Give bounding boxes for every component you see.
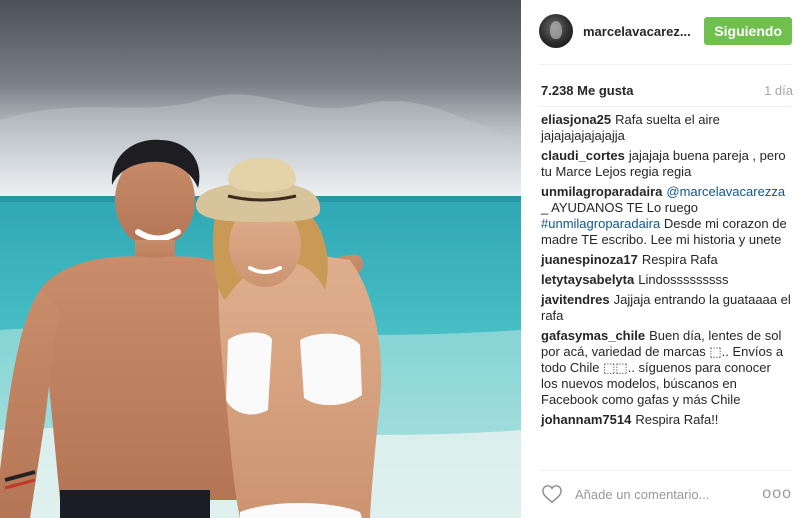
comment-text: Lindosssssssss bbox=[638, 272, 729, 287]
comment-item: javitendres Jajjaja entrando la guataaaa … bbox=[541, 292, 791, 324]
likes-count[interactable]: 7.238 Me gusta bbox=[541, 83, 634, 98]
comment-item: unmilagroparadaira @marcelavacarezza _ AY… bbox=[541, 184, 791, 248]
comment-input[interactable] bbox=[573, 485, 757, 503]
post-time[interactable]: 1 día bbox=[764, 83, 793, 98]
username-link[interactable]: marcelavacarez... bbox=[583, 24, 703, 39]
comment-item: claudi_cortes jajajaja buena pareja , per… bbox=[541, 148, 791, 180]
likes-row: 7.238 Me gusta 1 día bbox=[541, 80, 793, 100]
comment-author[interactable]: claudi_cortes bbox=[541, 148, 625, 163]
heart-icon[interactable] bbox=[541, 484, 563, 504]
following-button[interactable]: Siguiendo bbox=[704, 17, 792, 45]
post-container: marcelavacarez... Siguiendo 7.238 Me gus… bbox=[0, 0, 800, 518]
comment-author[interactable]: gafasymas_chile bbox=[541, 328, 645, 343]
comment-author[interactable]: juanespinoza17 bbox=[541, 252, 638, 267]
comment-item: johannam7514 Respira Rafa!! bbox=[541, 412, 791, 428]
comment-author[interactable]: unmilagroparadaira bbox=[541, 184, 662, 199]
likes-divider bbox=[539, 106, 791, 107]
comments-list: eliasjona25 Rafa suelta el aire jajajajaj… bbox=[541, 112, 791, 432]
comment-text: _ AYUDANOS TE Lo ruego bbox=[541, 200, 699, 215]
comment-text: Respira Rafa bbox=[641, 252, 718, 267]
avatar[interactable] bbox=[539, 14, 573, 48]
comment-hashtag[interactable]: #unmilagroparadaira bbox=[541, 216, 660, 231]
comment-item: gafasymas_chile Buen día, lentes de sol p… bbox=[541, 328, 791, 408]
comment-mention[interactable]: @marcelavacarezza bbox=[666, 184, 785, 199]
comment-item: juanespinoza17 Respira Rafa bbox=[541, 252, 791, 268]
comment-text: Respira Rafa!! bbox=[635, 412, 719, 427]
comment-item: letytaysabelyta Lindosssssssss bbox=[541, 272, 791, 288]
comment-footer: ooo bbox=[521, 470, 800, 518]
post-header: marcelavacarez... Siguiendo bbox=[521, 0, 800, 62]
post-photo[interactable] bbox=[0, 0, 521, 518]
comment-author[interactable]: johannam7514 bbox=[541, 412, 631, 427]
more-options-icon[interactable]: ooo bbox=[762, 485, 792, 503]
comment-author[interactable]: letytaysabelyta bbox=[541, 272, 634, 287]
comment-item: eliasjona25 Rafa suelta el aire jajajajaj… bbox=[541, 112, 791, 144]
comment-author[interactable]: javitendres bbox=[541, 292, 610, 307]
side-panel: marcelavacarez... Siguiendo 7.238 Me gus… bbox=[521, 0, 800, 518]
comment-author[interactable]: eliasjona25 bbox=[541, 112, 611, 127]
header-divider bbox=[539, 64, 791, 65]
